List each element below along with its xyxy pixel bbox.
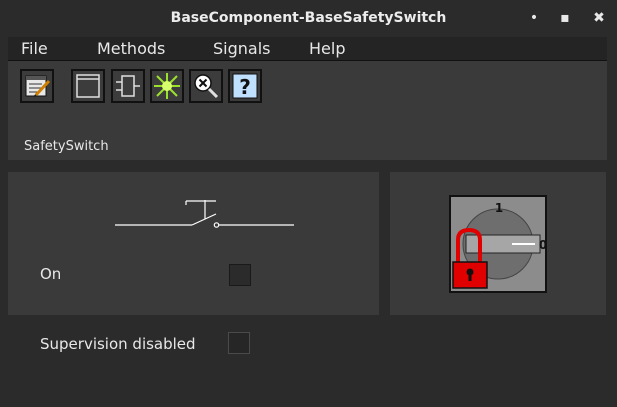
supervision-disabled-label: Supervision disabled [40,335,196,353]
magnifier-x-button[interactable] [189,69,223,103]
notepad-pen-button[interactable] [20,69,54,103]
component-icon [116,75,140,97]
minimize-icon[interactable]: • [524,8,544,28]
magnifier-x-icon [194,74,219,99]
supervision-disabled-indicator [228,332,250,354]
on-indicator [229,264,251,286]
position-0-label: 0 [539,238,547,252]
star-burst-icon [154,73,180,99]
toolbar-panel: ? SafetySwitch [8,61,607,160]
menu-bar: File Methods Signals Help [8,37,607,61]
help-icon: ? [232,73,258,99]
switch-status-panel: On [8,172,379,315]
menu-methods[interactable]: Methods [97,39,165,58]
star-burst-button[interactable] [150,69,184,103]
help-button[interactable]: ? [228,69,262,103]
maximize-icon[interactable]: ▪ [555,8,575,28]
safety-switch-panel: 1 0 [390,172,606,315]
notepad-pen-icon [25,75,51,98]
position-1-label: 1 [495,201,503,215]
help-glyph: ? [239,75,251,99]
switch-symbol-icon [115,200,294,228]
close-icon[interactable]: ✖ [589,8,609,28]
menu-help[interactable]: Help [309,39,345,58]
on-label: On [40,265,62,283]
menu-file[interactable]: File [21,39,48,58]
menu-signals[interactable]: Signals [213,39,270,58]
component-button[interactable] [111,69,145,103]
title-bar: BaseComponent-BaseSafetySwitch • ▪ ✖ [0,0,617,36]
safety-switch-graphic[interactable]: 1 0 [390,172,606,315]
object-name-label: SafetySwitch [24,139,109,154]
window-icon [76,74,100,98]
window-button[interactable] [71,69,105,103]
